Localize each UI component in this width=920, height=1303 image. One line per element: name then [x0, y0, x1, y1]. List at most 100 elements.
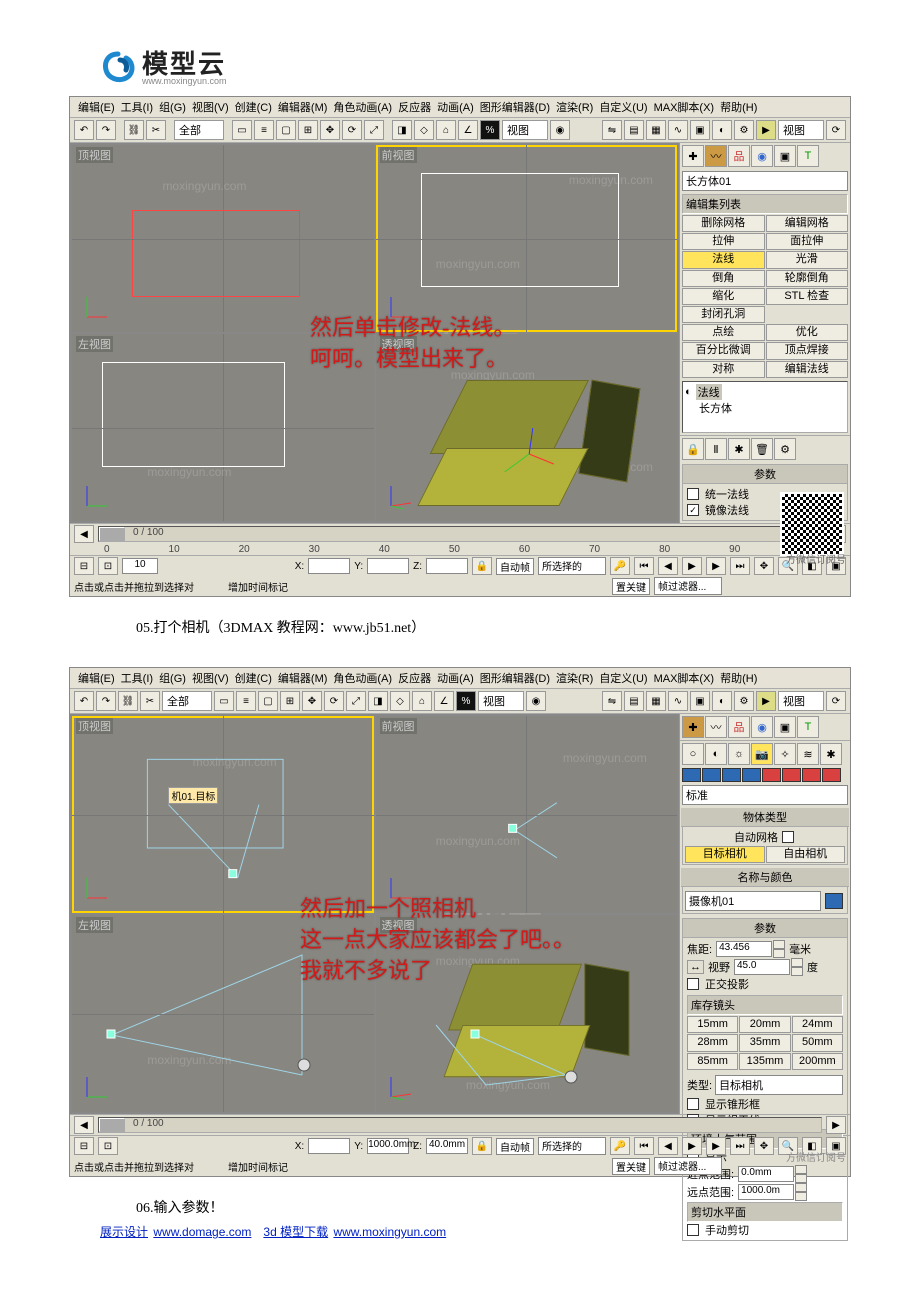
viewport-left[interactable]: 左视图 moxingyun.com	[72, 915, 374, 1112]
xform-y[interactable]	[367, 558, 409, 574]
footer-link-1[interactable]: 展示设计	[100, 1225, 148, 1239]
lens-20[interactable]: 20mm	[739, 1016, 790, 1033]
center-button[interactable]: ◉	[526, 691, 546, 711]
material-editor-button[interactable]: ◐	[712, 120, 732, 140]
goto-end-icon[interactable]: ⏭	[730, 557, 750, 575]
select-button[interactable]: ▭	[232, 120, 252, 140]
mod-point-paint[interactable]: 点绘	[682, 324, 765, 341]
layers-button[interactable]: ▦	[646, 691, 666, 711]
params-title[interactable]: 参数	[683, 919, 847, 938]
curve-editor-button[interactable]: ∿	[668, 120, 688, 140]
selset-b-icon[interactable]: ⊡	[98, 557, 118, 575]
rotate-button[interactable]: ⟳	[342, 120, 362, 140]
tab-utilities-icon[interactable]: T	[797, 716, 819, 738]
menu-edit[interactable]: 编辑(E)	[78, 670, 115, 686]
redo-button[interactable]: ↷	[96, 691, 116, 711]
unlink-button[interactable]: ✂	[140, 691, 160, 711]
xform-y[interactable]: 1000.0mm	[367, 1138, 409, 1154]
near-range-spinner[interactable]: 0.0mm	[738, 1165, 807, 1183]
percent-snap-button[interactable]: %	[480, 120, 500, 140]
pivot-button[interactable]: ◇	[414, 120, 434, 140]
align-button[interactable]: ▤	[624, 691, 644, 711]
cat-geometry-icon[interactable]: ○	[682, 743, 704, 765]
render-button[interactable]: ▶	[756, 691, 776, 711]
cat-lights-icon[interactable]: ☼	[728, 743, 750, 765]
focal-length-spinner[interactable]: 43.456	[716, 940, 785, 958]
material-editor-button[interactable]: ◐	[712, 691, 732, 711]
move-button[interactable]: ✥	[320, 120, 340, 140]
link-button[interactable]: ⛓	[124, 120, 144, 140]
show-cone-check[interactable]	[687, 1098, 699, 1110]
ref-coord-select[interactable]: 视图	[478, 691, 524, 711]
center-button[interactable]: ◉	[550, 120, 570, 140]
snap-button[interactable]: ⌂	[412, 691, 432, 711]
lens-24[interactable]: 24mm	[792, 1016, 843, 1033]
percent-snap-button[interactable]: %	[456, 691, 476, 711]
mod-capholes[interactable]: 封闭孔洞	[682, 306, 765, 323]
cat-spacewarp-icon[interactable]: ≋	[797, 743, 819, 765]
xform-x[interactable]	[308, 558, 350, 574]
standard-dropdown[interactable]: 标准	[682, 785, 848, 805]
cat-systems-icon[interactable]: ✱	[820, 743, 842, 765]
object-name-field[interactable]: 长方体01	[682, 171, 848, 191]
nav-pan-icon[interactable]: ✥	[754, 557, 774, 575]
render-preset[interactable]: 视图	[778, 691, 824, 711]
undo-button[interactable]: ↶	[74, 120, 94, 140]
select-region-button[interactable]: ▢	[276, 120, 296, 140]
key-selection[interactable]: 所选择的	[538, 1137, 606, 1155]
viewport-front[interactable]: 前视图 moxingyun.com moxingyun.com	[376, 716, 678, 913]
menu-tools[interactable]: 工具(I)	[121, 670, 153, 686]
selset-a-icon[interactable]: ⊟	[74, 557, 94, 575]
footer-url-2[interactable]: www.moxingyun.com	[333, 1225, 446, 1239]
play-icon[interactable]: ▶	[682, 1137, 702, 1155]
time-slider[interactable]: 0 / 100	[98, 1117, 822, 1133]
mod-edit-normals[interactable]: 编辑法线	[766, 361, 849, 378]
mod-smooth[interactable]: 光滑	[766, 251, 849, 268]
mod-outline-chamfer[interactable]: 轮廓倒角	[766, 270, 849, 287]
mod-chamfer[interactable]: 倒角	[682, 270, 765, 287]
key-icon[interactable]: 🔑	[610, 557, 630, 575]
viewport-front[interactable]: 前视图 moxingyun.com moxingyun.com	[376, 145, 678, 332]
tab-modify-icon[interactable]: 〰	[705, 145, 727, 167]
cat-helpers-icon[interactable]: ✧	[774, 743, 796, 765]
schematic-button[interactable]: ▣	[690, 120, 710, 140]
mod-percent[interactable]: 百分比微调	[682, 342, 765, 359]
menu-animation[interactable]: 动画(A)	[437, 99, 474, 115]
menu-create[interactable]: 创建(C)	[235, 670, 272, 686]
time-slider[interactable]: 0 / 100	[98, 526, 822, 542]
play-icon[interactable]: ▶	[682, 557, 702, 575]
window-crossing-button[interactable]: ⊞	[298, 120, 318, 140]
manual-clip-check[interactable]	[687, 1224, 699, 1236]
goto-start-icon[interactable]: ⏮	[634, 1137, 654, 1155]
mod-extrude[interactable]: 拉伸	[682, 233, 765, 250]
menu-maxscript[interactable]: MAX脚本(X)	[654, 99, 715, 115]
move-button[interactable]: ✥	[302, 691, 322, 711]
colorswatch[interactable]	[782, 768, 801, 782]
footer-url-1[interactable]: www.domage.com	[153, 1225, 251, 1239]
auto-key-button[interactable]: 自动帧	[496, 558, 534, 575]
scale-button[interactable]: ⤢	[364, 120, 384, 140]
colorswatch[interactable]	[802, 768, 821, 782]
goto-start-icon[interactable]: ⏮	[634, 557, 654, 575]
tab-hierarchy-icon[interactable]: 品	[728, 145, 750, 167]
viewport-perspective[interactable]: 透视图 moxingyun.com moxingyun.com	[376, 915, 678, 1112]
select-name-button[interactable]: ≡	[236, 691, 256, 711]
menu-reactor[interactable]: 反应器	[398, 99, 431, 115]
cat-shapes-icon[interactable]: ◐	[705, 743, 727, 765]
menu-reactor[interactable]: 反应器	[398, 670, 431, 686]
menu-help[interactable]: 帮助(H)	[720, 99, 757, 115]
menu-character[interactable]: 角色动画(A)	[333, 99, 392, 115]
snap-button[interactable]: ⌂	[436, 120, 456, 140]
viewport-left[interactable]: 左视图 moxingyun.com	[72, 334, 374, 521]
set-key-button[interactable]: 置关键	[612, 1158, 650, 1175]
menu-tools[interactable]: 工具(I)	[121, 99, 153, 115]
lens-85[interactable]: 85mm	[687, 1053, 738, 1070]
footer-link-2[interactable]: 3d 模型下载	[263, 1225, 328, 1239]
autogrid-check[interactable]	[782, 831, 794, 843]
key-selection[interactable]: 所选择的	[538, 557, 606, 575]
menu-customize[interactable]: 自定义(U)	[599, 99, 647, 115]
colorswatch[interactable]	[822, 768, 841, 782]
menu-help[interactable]: 帮助(H)	[720, 670, 757, 686]
camera-name-field[interactable]: 摄像机01	[685, 891, 821, 911]
key-filter[interactable]: 帧过滤器...	[654, 1157, 722, 1175]
